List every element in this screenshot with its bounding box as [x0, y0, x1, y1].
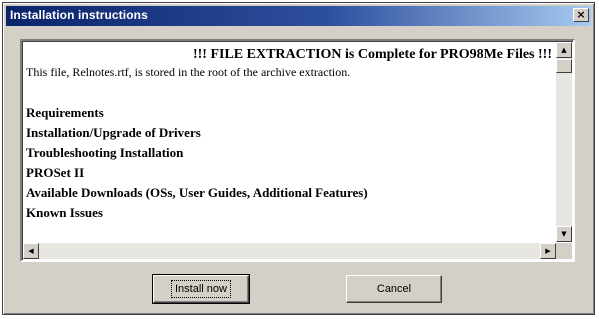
- scroll-right-icon[interactable]: ▶: [540, 243, 556, 259]
- extraction-complete-heading: !!! FILE EXTRACTION is Complete for PRO9…: [192, 47, 552, 62]
- scroll-down-icon[interactable]: ▼: [556, 226, 572, 242]
- installation-instructions-dialog: Installation instructions × !!! FILE EXT…: [2, 2, 595, 315]
- cancel-button[interactable]: Cancel: [346, 275, 442, 303]
- install-now-button[interactable]: Install now: [152, 274, 250, 304]
- vertical-scrollbar[interactable]: ▲ ▼: [556, 42, 572, 242]
- link-known-issues[interactable]: Known Issues: [26, 203, 554, 223]
- intro-text: This file, Relnotes.rtf, is stored in th…: [26, 65, 351, 79]
- link-troubleshooting-installation[interactable]: Troubleshooting Installation: [26, 143, 554, 163]
- scrollbar-corner: [556, 243, 572, 259]
- release-notes-content: !!! FILE EXTRACTION is Complete for PRO9…: [26, 47, 554, 243]
- scroll-up-icon[interactable]: ▲: [556, 42, 572, 58]
- link-installation-upgrade-drivers[interactable]: Installation/Upgrade of Drivers: [26, 123, 554, 143]
- scroll-left-icon[interactable]: ◀: [23, 243, 39, 259]
- close-icon[interactable]: ×: [573, 8, 589, 22]
- link-available-downloads[interactable]: Available Downloads (OSs, User Guides, A…: [26, 183, 554, 203]
- horizontal-scrollbar[interactable]: ◀ ▶: [23, 243, 556, 259]
- window-title: Installation instructions: [10, 8, 148, 22]
- title-bar[interactable]: Installation instructions ×: [6, 6, 591, 26]
- link-requirements[interactable]: Requirements: [26, 103, 554, 123]
- release-notes-text-area[interactable]: !!! FILE EXTRACTION is Complete for PRO9…: [20, 39, 575, 262]
- vertical-scroll-thumb[interactable]: [556, 59, 572, 73]
- cancel-label: Cancel: [376, 283, 412, 295]
- install-now-label: Install now: [171, 280, 231, 298]
- link-proset-ii[interactable]: PROSet II: [26, 163, 554, 183]
